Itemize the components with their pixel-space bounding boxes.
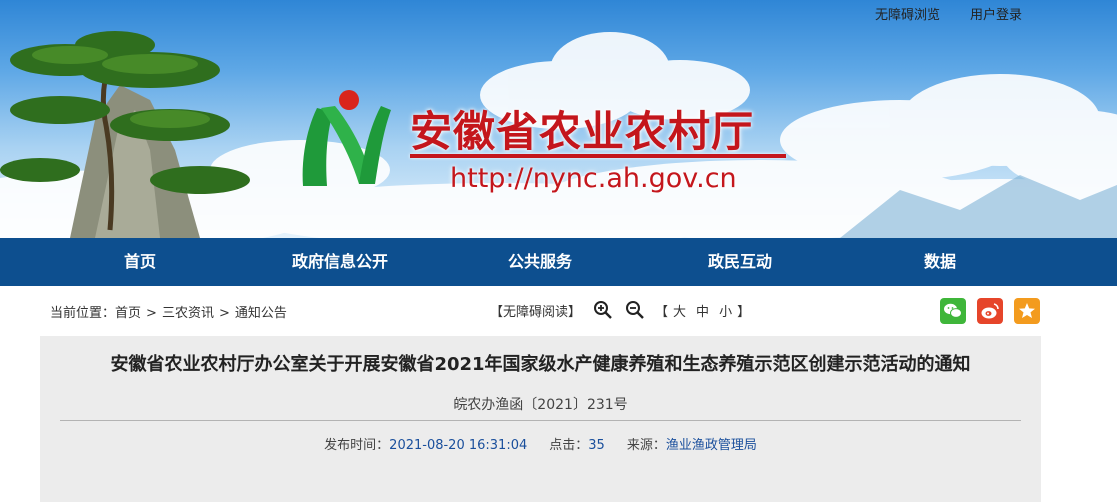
- article-title: 安徽省农业农村厅办公室关于开展安徽省2021年国家级水产健康养殖和生态养殖示范区…: [110, 354, 971, 375]
- nav-item-public-service[interactable]: 公共服务: [508, 238, 572, 286]
- nav-item-interaction[interactable]: 政民互动: [708, 238, 772, 286]
- zoom-out-icon[interactable]: [625, 300, 645, 320]
- nav-item-data[interactable]: 数据: [924, 238, 956, 286]
- reading-tools: 【无障碍阅读】 【 大 中 小 】: [490, 300, 750, 320]
- article-header: 安徽省农业农村厅办公室关于开展安徽省2021年国家级水产健康养殖和生态养殖示范区…: [40, 336, 1041, 502]
- title-underline: [410, 154, 786, 158]
- source-link[interactable]: 渔业渔政管理局: [666, 438, 757, 453]
- zoom-in-icon[interactable]: [593, 300, 613, 320]
- font-size-small[interactable]: 小: [719, 301, 732, 320]
- document-number: 皖农办渔函〔2021〕231号: [453, 397, 628, 413]
- breadcrumb-separator: >: [218, 306, 230, 321]
- site-url: http://nync.ah.gov.cn: [450, 163, 737, 194]
- accessible-read-button[interactable]: 【无障碍阅读】: [490, 301, 581, 320]
- breadcrumb-notices[interactable]: 通知公告: [235, 306, 287, 321]
- breadcrumb-prefix: 当前位置：: [50, 306, 116, 321]
- font-size-close: 】: [737, 304, 751, 320]
- font-size-open: 【: [655, 304, 669, 320]
- publish-time-label: 发布时间：: [324, 438, 390, 453]
- site-title: 安徽省农业农村厅: [410, 107, 755, 156]
- accessibility-link[interactable]: 无障碍浏览: [875, 4, 940, 23]
- breadcrumb: 当前位置：首页 > 三农资讯 > 通知公告: [50, 302, 287, 321]
- weibo-share-icon[interactable]: [977, 298, 1003, 324]
- clicks-label: 点击：: [549, 438, 589, 453]
- breadcrumb-separator: >: [146, 306, 157, 321]
- divider: [60, 420, 1021, 421]
- nav-item-home[interactable]: 首页: [124, 238, 156, 286]
- breadcrumb-news[interactable]: 三农资讯: [162, 306, 214, 321]
- favorite-star-icon[interactable]: [1014, 298, 1040, 324]
- header-banner: 无障碍浏览 用户登录 安徽省农业农村厅 http://nync.ah.gov.c…: [0, 0, 1117, 238]
- font-size-large[interactable]: 大: [673, 301, 686, 320]
- breadcrumb-home[interactable]: 首页: [115, 306, 141, 321]
- source-label: 来源：: [626, 438, 666, 453]
- nav-item-gov-info[interactable]: 政府信息公开: [292, 238, 388, 286]
- site-logo[interactable]: [293, 88, 393, 188]
- wechat-share-icon[interactable]: [940, 298, 966, 324]
- font-size-medium[interactable]: 中: [696, 301, 709, 320]
- login-link[interactable]: 用户登录: [970, 4, 1022, 23]
- click-count: 35: [588, 438, 605, 453]
- main-nav: 首页 政府信息公开 公共服务 政民互动 数据: [0, 238, 1117, 286]
- publish-time: 2021-08-20 16:31:04: [389, 438, 528, 453]
- top-links: 无障碍浏览 用户登录: [875, 4, 1022, 23]
- article-meta: 发布时间：2021-08-20 16:31:04 点击：35 来源：渔业渔政管理局: [40, 434, 1041, 453]
